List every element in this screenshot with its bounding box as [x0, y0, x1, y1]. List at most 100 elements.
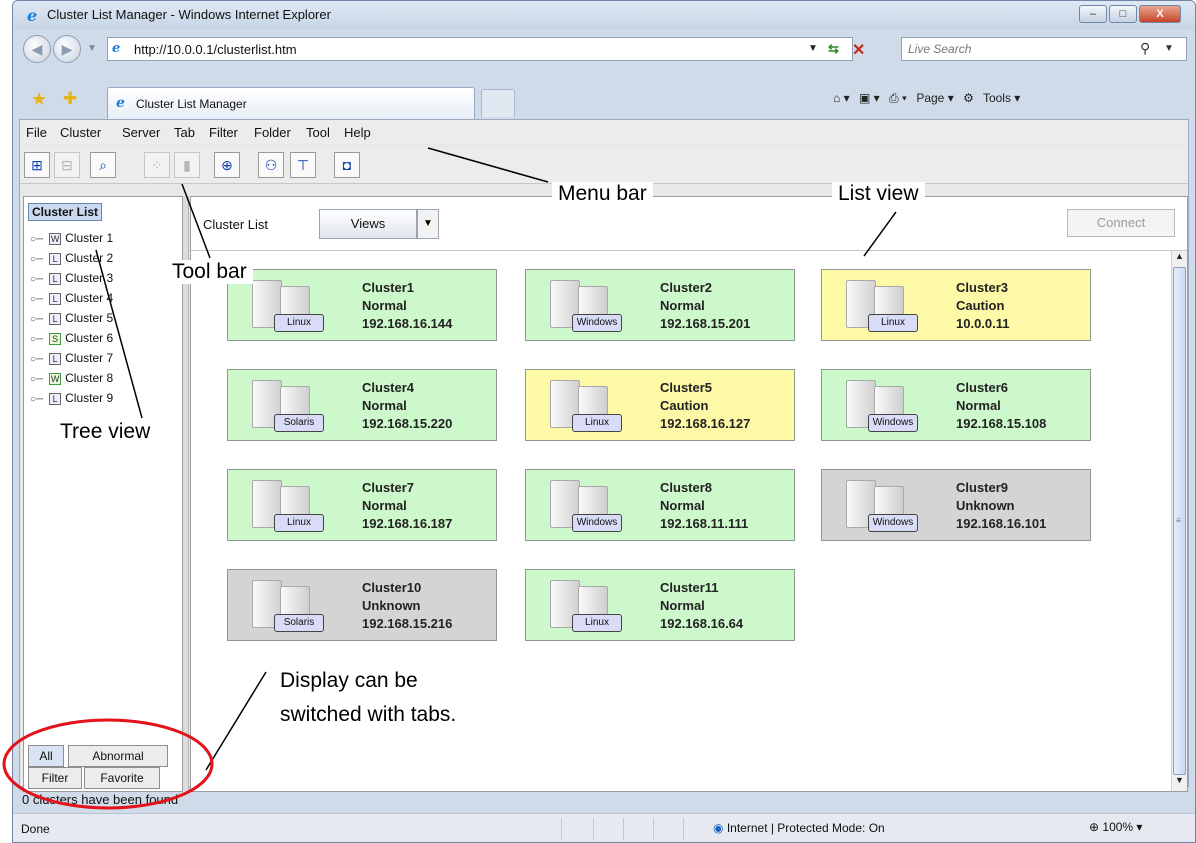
menu-file[interactable]: File — [26, 125, 47, 140]
cluster-ip: 192.168.16.127 — [660, 416, 751, 431]
cluster-card[interactable]: Linux Cluster5 Caution 192.168.16.127 — [525, 369, 795, 441]
tools-menu[interactable]: Tools ▾ — [983, 91, 1020, 105]
search-box[interactable]: Live Search ⚲ ▼ — [901, 37, 1187, 61]
vertical-scrollbar[interactable]: ▲ ≡ ▼ — [1171, 251, 1187, 791]
address-dropdown-icon[interactable]: ▼ — [808, 43, 818, 54]
cluster-card[interactable]: Windows Cluster9 Unknown 192.168.16.101 — [821, 469, 1091, 541]
stop-icon[interactable]: ✕ — [852, 40, 865, 60]
menu-tool[interactable]: Tool — [306, 125, 330, 140]
server-icon[interactable]: ▮ — [174, 152, 200, 178]
close-window-button[interactable]: X — [1139, 5, 1181, 23]
forward-button[interactable]: ▶ — [53, 35, 81, 63]
zoom-level[interactable]: ⊕ 100% ▾ — [1089, 820, 1142, 834]
tab-row: ★ ✚ e Cluster List Manager ⌂ ▾ ▣ ▾ ⎙ ▾ P… — [13, 83, 1195, 119]
tab-favorite[interactable]: Favorite — [84, 767, 160, 789]
add-favorites-icon[interactable]: ✚ — [63, 89, 77, 109]
tool-bar: ⊞ ⊟ ⌕ ⁘ ▮ ⊕ ⚇ ⊤ ◘ — [20, 148, 1188, 184]
browser-tab-active[interactable]: e Cluster List Manager — [107, 87, 475, 119]
menu-help[interactable]: Help — [344, 125, 371, 140]
cluster-ip: 192.168.11.111 — [660, 516, 749, 531]
views-button[interactable]: Views — [319, 209, 417, 239]
add-cluster-icon[interactable]: ⊞ — [24, 152, 50, 178]
window-title: Cluster List Manager - Windows Internet … — [47, 7, 331, 22]
menu-tab[interactable]: Tab — [174, 125, 195, 140]
tree-item[interactable]: ○─ L Cluster 9 — [30, 391, 113, 405]
search-dropdown-icon[interactable]: ▼ — [1164, 43, 1174, 54]
network-icon[interactable]: ⚇ — [258, 152, 284, 178]
back-button[interactable]: ◀ — [23, 35, 51, 63]
globe-icon: ◉ — [713, 821, 724, 835]
cluster-card[interactable]: Windows Cluster8 Normal 192.168.11.111 — [525, 469, 795, 541]
tree-item[interactable]: ○─ W Cluster 1 — [30, 231, 113, 245]
tree-item[interactable]: ○─ L Cluster 5 — [30, 311, 113, 325]
menu-cluster[interactable]: Cluster — [60, 125, 101, 140]
cluster-card[interactable]: Linux Cluster11 Normal 192.168.16.64 — [525, 569, 795, 641]
cluster-card[interactable]: Linux Cluster7 Normal 192.168.16.187 — [227, 469, 497, 541]
scroll-thumb[interactable]: ≡ — [1173, 267, 1186, 775]
views-dropdown-icon[interactable]: ▼ — [417, 209, 439, 239]
refresh-icon[interactable]: ⇆ — [828, 41, 839, 57]
os-badge: Windows — [572, 514, 622, 532]
tree-item[interactable]: ○─ L Cluster 2 — [30, 251, 113, 265]
cluster-card[interactable]: Solaris Cluster4 Normal 192.168.15.220 — [227, 369, 497, 441]
tree-view: Cluster List ○─ W Cluster 1 ○─ L Cluster 2 ○… — [23, 196, 183, 792]
address-input[interactable]: http://10.0.0.1/clusterlist.htm — [134, 42, 297, 57]
home-icon[interactable]: ⌂ ▾ — [833, 91, 850, 105]
tab-all[interactable]: All — [28, 745, 64, 767]
cluster-card[interactable]: Windows Cluster6 Normal 192.168.15.108 — [821, 369, 1091, 441]
annotation-menu-bar: Menu bar — [552, 182, 653, 206]
feeds-icon[interactable]: ▣ ▾ — [859, 91, 880, 105]
cluster-card[interactable]: Linux Cluster3 Caution 10.0.0.11 — [821, 269, 1091, 341]
tree-root[interactable]: Cluster List — [28, 203, 103, 221]
scroll-down-arrow-icon[interactable]: ▼ — [1172, 775, 1187, 791]
find-icon[interactable]: ⌕ — [90, 152, 116, 178]
cluster-name: Cluster6 — [956, 380, 1009, 395]
tree-item[interactable]: ○─ L Cluster 4 — [30, 291, 113, 305]
page-icon: e — [112, 41, 121, 56]
tree-item[interactable]: ○─ L Cluster 3 — [30, 271, 113, 285]
status-bar: Done ◉ Internet | Protected Mode: On ⊕ 1… — [13, 813, 1195, 842]
cluster-card[interactable]: Windows Cluster2 Normal 192.168.15.201 — [525, 269, 795, 341]
security-zone[interactable]: ◉ Internet | Protected Mode: On — [713, 821, 885, 835]
new-tab-button[interactable] — [481, 89, 515, 117]
list-view-title: Cluster List — [203, 217, 269, 232]
connect-button[interactable]: Connect — [1067, 209, 1175, 237]
cluster-status: Unknown — [956, 498, 1015, 513]
cluster-name: Cluster4 — [362, 380, 415, 395]
menu-filter[interactable]: Filter — [209, 125, 238, 140]
search-input[interactable]: Live Search — [908, 42, 971, 56]
scroll-up-arrow-icon[interactable]: ▲ — [1172, 251, 1187, 267]
monitor-icon[interactable]: ◘ — [334, 152, 360, 178]
address-bar[interactable]: e http://10.0.0.1/clusterlist.htm ▼ ⇆ ✕ — [107, 37, 865, 61]
tree-item[interactable]: ○─ L Cluster 7 — [30, 351, 113, 365]
tree-item[interactable]: ○─ W Cluster 8 — [30, 371, 113, 385]
tree-item[interactable]: ○─ S Cluster 6 — [30, 331, 113, 345]
cluster-card[interactable]: Linux Cluster1 Normal 192.168.16.144 — [227, 269, 497, 341]
page-menu[interactable]: Page ▾ — [916, 91, 953, 105]
tree-structure-icon[interactable]: ⊤ — [290, 152, 316, 178]
cluster-status: Caution — [956, 298, 1005, 313]
new-tab-icon[interactable]: ⊕ — [214, 152, 240, 178]
favorites-star-icon[interactable]: ★ — [31, 89, 47, 110]
title-bar: e Cluster List Manager - Windows Interne… — [13, 1, 1195, 29]
maximize-button[interactable]: □ — [1109, 5, 1137, 23]
tab-filter[interactable]: Filter — [28, 767, 82, 789]
menu-server[interactable]: Server — [122, 125, 160, 140]
menu-folder[interactable]: Folder — [254, 125, 291, 140]
edit-cluster-icon[interactable]: ⊟ — [54, 152, 80, 178]
cluster-card[interactable]: Solaris Cluster10 Unknown 192.168.15.216 — [227, 569, 497, 641]
recent-pages-dropdown-icon[interactable]: ▼ — [87, 43, 97, 54]
cluster-name: Cluster1 — [362, 280, 415, 295]
search-icon[interactable]: ⚲ — [1140, 40, 1150, 57]
splitter[interactable] — [183, 196, 189, 792]
cluster-ip: 10.0.0.11 — [956, 316, 1010, 331]
address-row: ◀ ▶ ▼ e http://10.0.0.1/clusterlist.htm … — [13, 31, 1195, 65]
os-badge: Linux — [274, 514, 324, 532]
server-group-icon[interactable]: ⁘ — [144, 152, 170, 178]
tab-abnormal[interactable]: Abnormal — [68, 745, 168, 767]
os-badge: Linux — [572, 414, 622, 432]
minimize-button[interactable]: – — [1079, 5, 1107, 23]
print-icon[interactable]: ⎙ ▾ — [889, 91, 907, 105]
cluster-status: Normal — [660, 298, 705, 313]
status-text: Done — [21, 822, 50, 836]
